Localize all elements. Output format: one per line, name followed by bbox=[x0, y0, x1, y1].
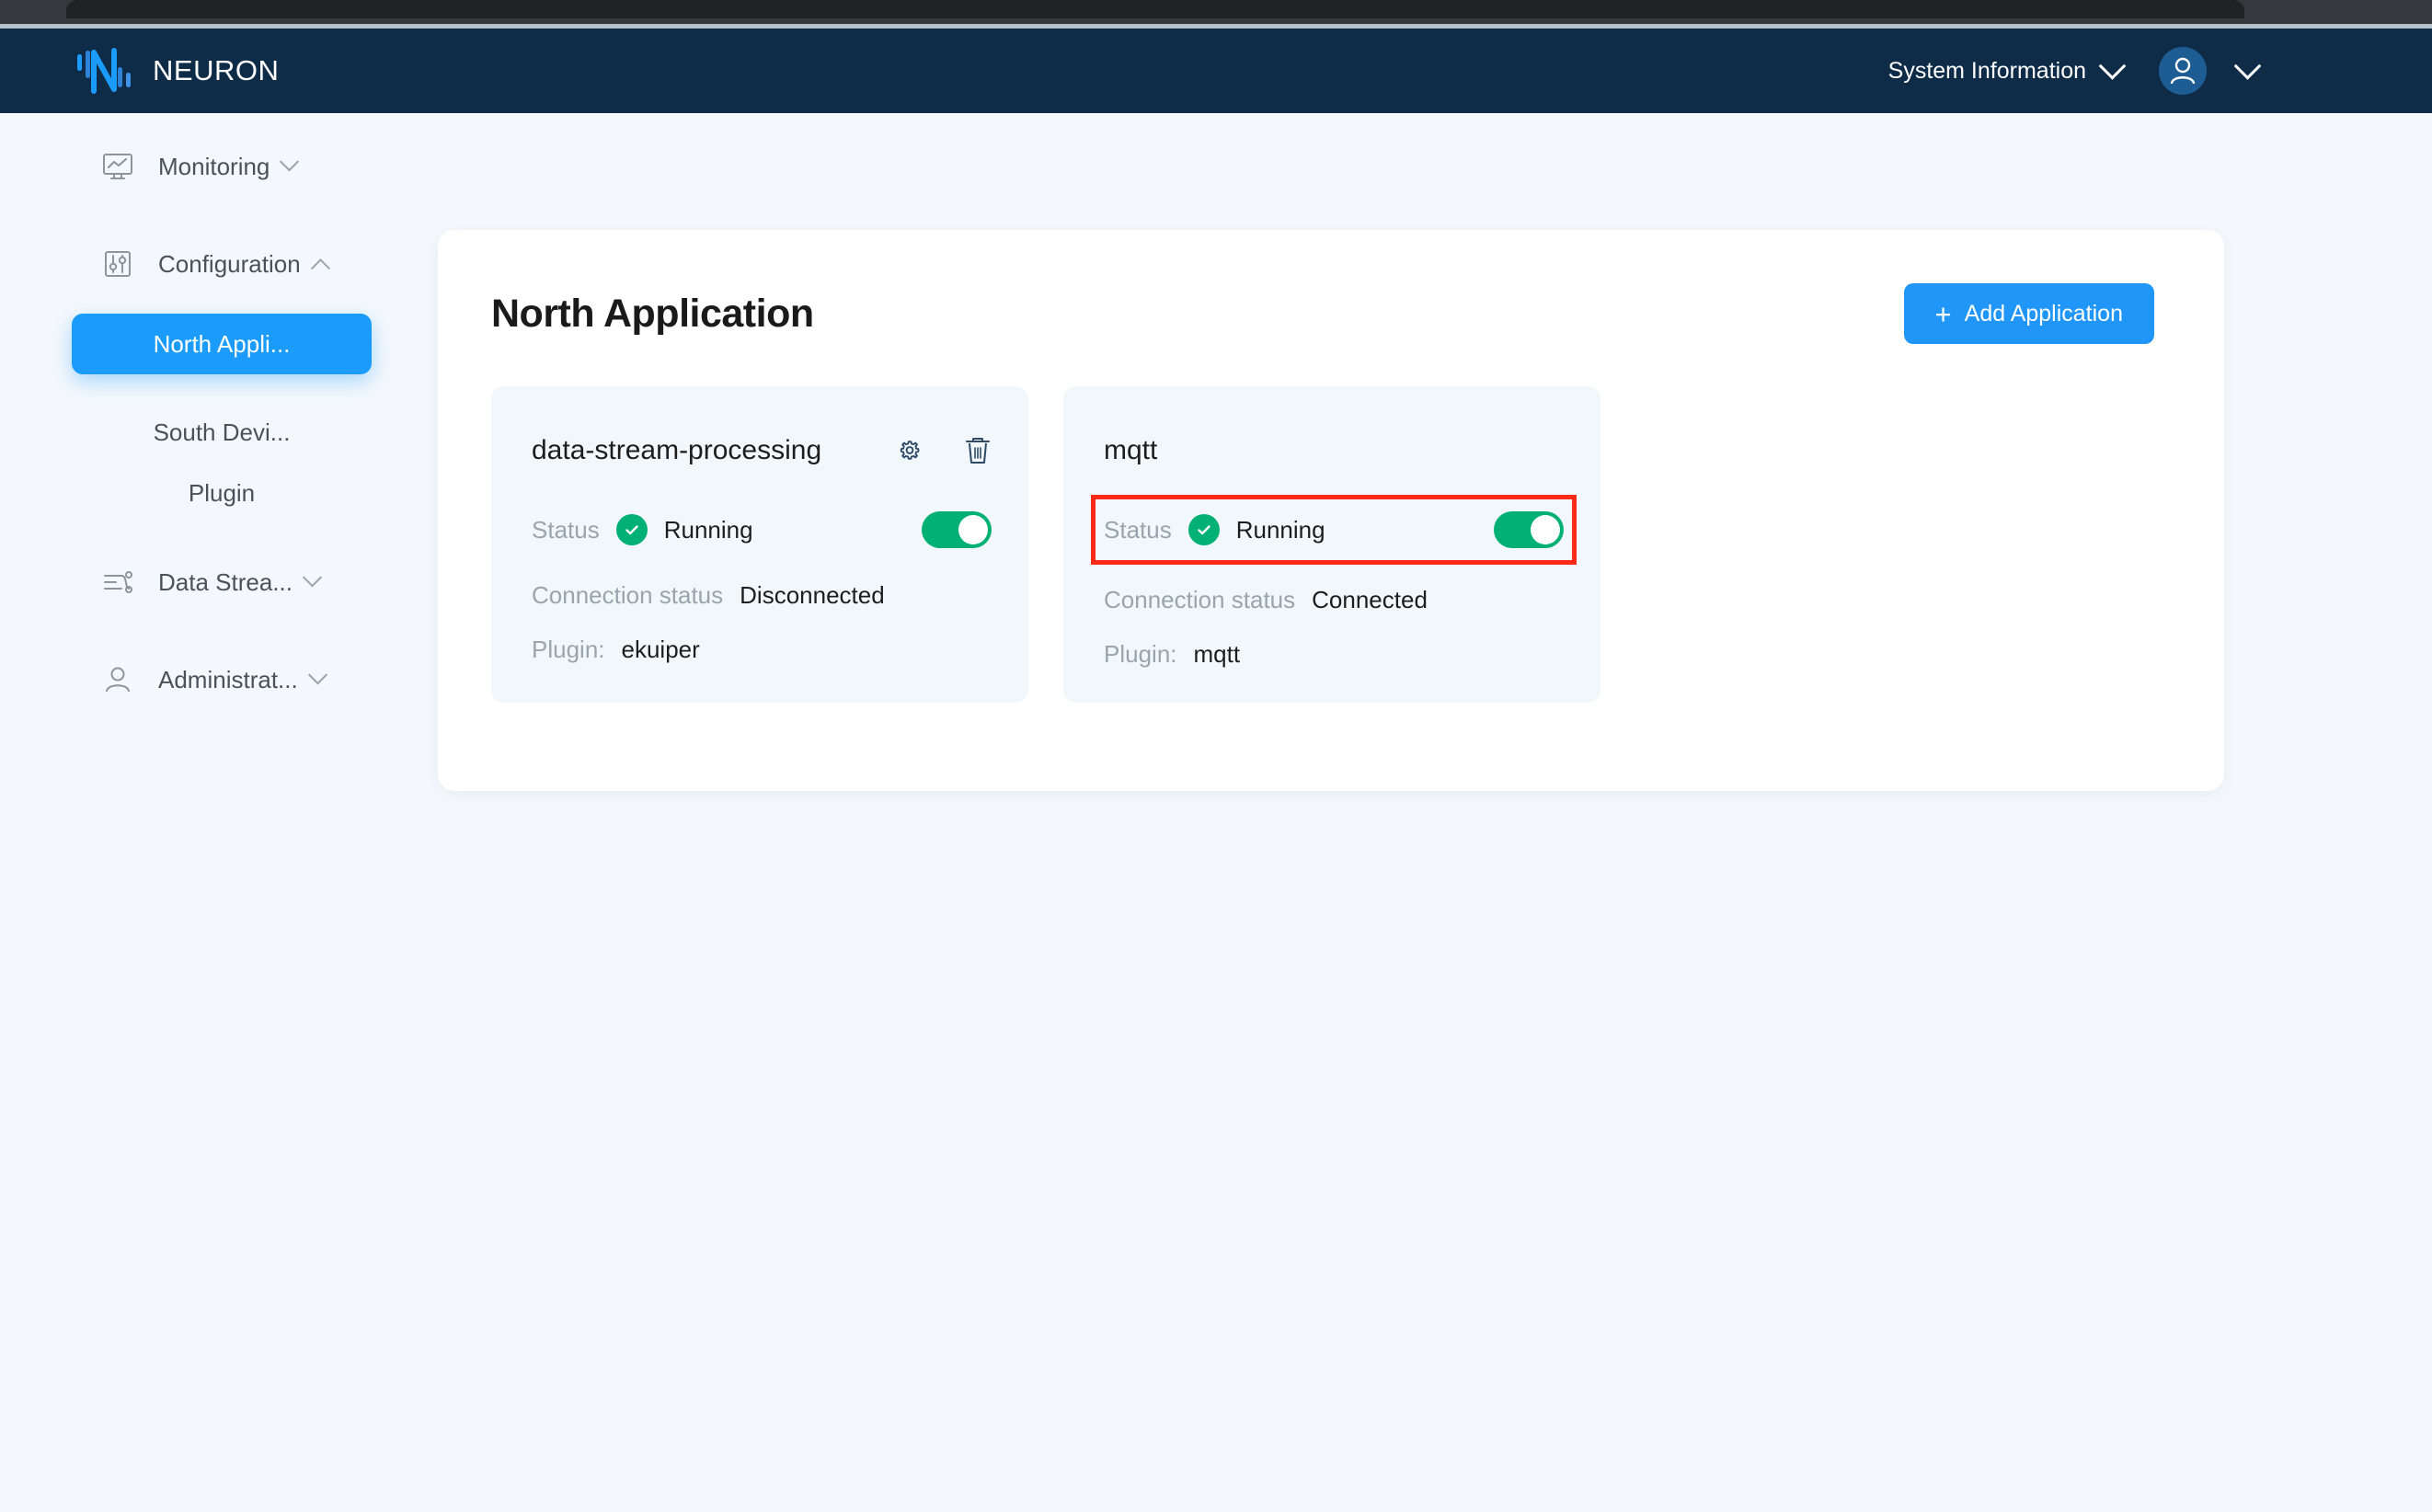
check-circle-icon bbox=[1188, 514, 1220, 545]
chevron-down-icon[interactable] bbox=[2099, 52, 2127, 79]
top-navigation-bar: NEURON System Information bbox=[0, 29, 2432, 113]
avatar[interactable] bbox=[2159, 47, 2207, 95]
plugin-label: Plugin: bbox=[532, 636, 605, 664]
application-card[interactable]: data-stream-processing bbox=[491, 386, 1028, 703]
gear-icon[interactable] bbox=[894, 435, 925, 466]
card-actions bbox=[894, 435, 992, 466]
sidebar-item-label: Administrat... bbox=[158, 666, 298, 694]
monitor-chart-icon bbox=[99, 148, 136, 185]
sliders-icon bbox=[99, 246, 136, 282]
connection-status-value: Disconnected bbox=[740, 581, 885, 610]
plus-icon: + bbox=[1935, 300, 1952, 328]
status-label: Status bbox=[532, 516, 600, 544]
application-card-list: data-stream-processing bbox=[438, 344, 2224, 703]
status-row: Status Running bbox=[532, 504, 992, 556]
chevron-down-icon[interactable] bbox=[308, 665, 327, 684]
card-title-row: data-stream-processing bbox=[532, 430, 992, 471]
browser-tab[interactable] bbox=[66, 0, 2244, 18]
sidebar-item-administration[interactable]: Administrat... bbox=[0, 650, 438, 709]
plugin-value: ekuiper bbox=[622, 636, 700, 664]
sidebar-subitem-label: South Devi... bbox=[154, 418, 291, 447]
sidebar-item-data-stream[interactable]: Data Strea... bbox=[0, 553, 438, 612]
sidebar-item-label: Configuration bbox=[158, 250, 301, 279]
sidebar-item-south-device[interactable]: South Devi... bbox=[72, 402, 372, 463]
status-row-highlighted: Status Running bbox=[1096, 499, 1572, 560]
application-card[interactable]: mqtt Status Running Connection status Co… bbox=[1063, 386, 1600, 703]
status-value: Running bbox=[664, 516, 753, 544]
sidebar-subitem-label: Plugin bbox=[189, 479, 255, 508]
sidebar-subitem-label: North Appli... bbox=[154, 330, 291, 359]
sidebar-item-configuration[interactable]: Configuration bbox=[0, 235, 438, 293]
status-toggle[interactable] bbox=[1494, 511, 1564, 548]
plugin-row: Plugin: ekuiper bbox=[532, 636, 992, 664]
user-icon bbox=[99, 661, 136, 698]
sidebar-item-label: Monitoring bbox=[158, 153, 270, 181]
sidebar-item-north-application[interactable]: North Appli... bbox=[72, 314, 372, 374]
chevron-down-icon[interactable] bbox=[303, 567, 322, 587]
page-title: North Application bbox=[491, 292, 814, 337]
connection-status-value: Connected bbox=[1312, 586, 1428, 614]
plugin-label: Plugin: bbox=[1104, 640, 1177, 669]
trash-icon[interactable] bbox=[964, 435, 992, 466]
plugin-value: mqtt bbox=[1194, 640, 1241, 669]
application-name: data-stream-processing bbox=[532, 435, 821, 466]
brand-name: NEURON bbox=[153, 54, 279, 87]
toggle-knob bbox=[1531, 515, 1560, 544]
browser-chrome-strip bbox=[0, 0, 2432, 24]
connection-status-label: Connection status bbox=[532, 581, 723, 610]
user-menu-chevron-down-icon[interactable] bbox=[2234, 52, 2262, 79]
status-label: Status bbox=[1104, 516, 1172, 544]
top-bar-actions: System Information bbox=[1888, 47, 2257, 95]
panel-header: North Application + Add Application bbox=[438, 230, 2224, 344]
sidebar-item-monitoring[interactable]: Monitoring bbox=[0, 137, 438, 196]
card-title-row: mqtt bbox=[1104, 430, 1564, 471]
chevron-up-icon[interactable] bbox=[311, 258, 330, 278]
connection-status-label: Connection status bbox=[1104, 586, 1295, 614]
main-content-panel: North Application + Add Application data… bbox=[438, 230, 2224, 791]
toggle-knob bbox=[958, 515, 988, 544]
connection-status-row: Connection status Connected bbox=[1104, 586, 1564, 614]
neuron-logo-icon bbox=[75, 47, 132, 95]
add-application-label: Add Application bbox=[1965, 301, 2123, 327]
status-toggle[interactable] bbox=[922, 511, 992, 548]
add-application-button[interactable]: + Add Application bbox=[1904, 283, 2154, 344]
brand: NEURON bbox=[75, 47, 279, 95]
connection-status-row: Connection status Disconnected bbox=[532, 581, 992, 610]
sidebar: Monitoring Configuration North Appli... … bbox=[0, 113, 438, 1512]
chevron-down-icon[interactable] bbox=[280, 152, 299, 171]
status-value: Running bbox=[1236, 516, 1325, 544]
data-stream-icon bbox=[99, 564, 136, 601]
sidebar-item-label: Data Strea... bbox=[158, 568, 293, 597]
check-circle-icon bbox=[616, 514, 648, 545]
sidebar-item-plugin[interactable]: Plugin bbox=[72, 463, 372, 523]
plugin-row: Plugin: mqtt bbox=[1104, 640, 1564, 669]
application-name: mqtt bbox=[1104, 435, 1157, 466]
system-information-menu[interactable]: System Information bbox=[1888, 58, 2086, 85]
